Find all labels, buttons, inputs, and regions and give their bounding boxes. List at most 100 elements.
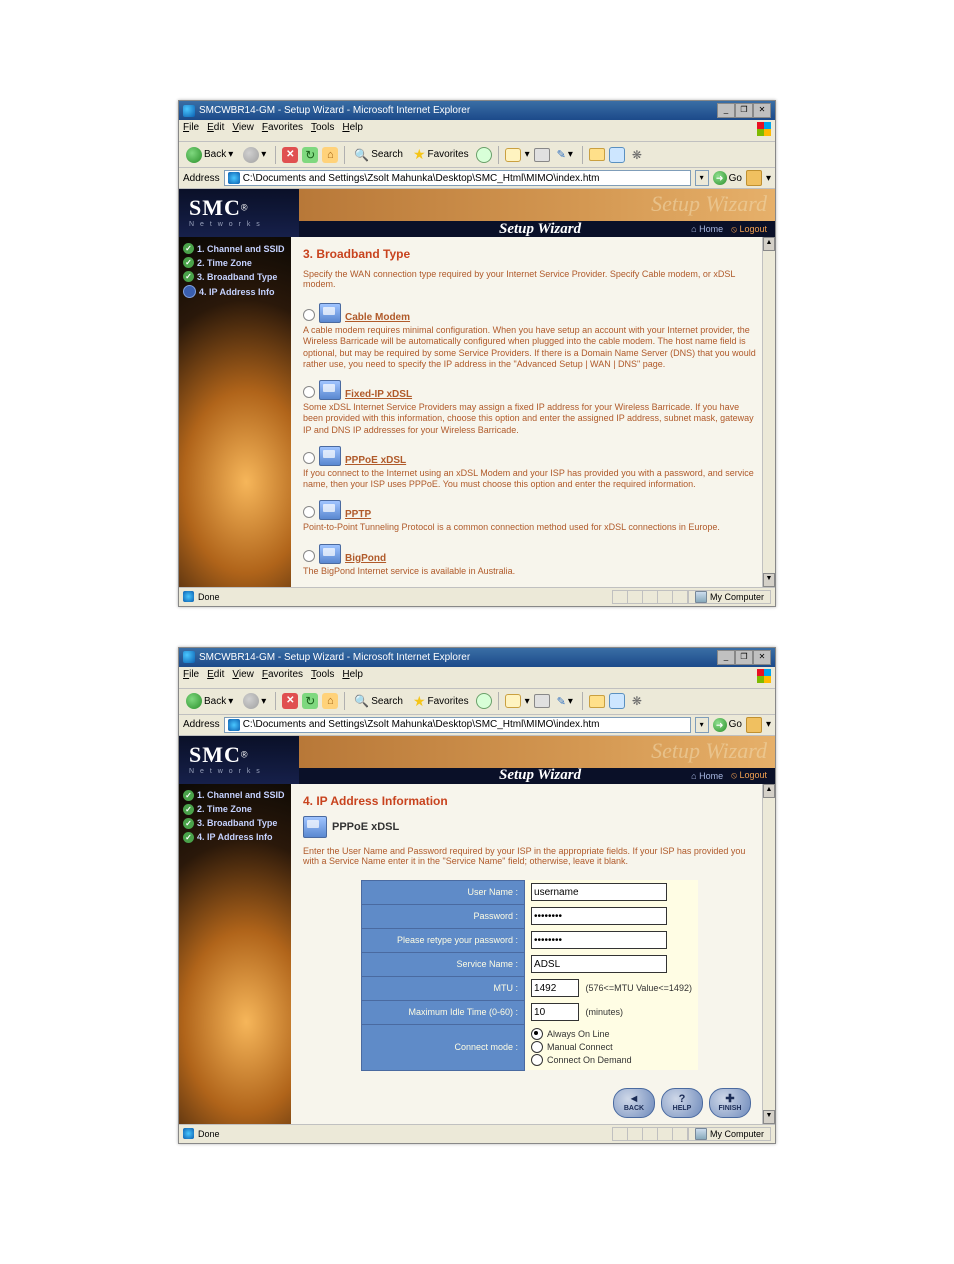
password-confirm-input[interactable] <box>531 931 667 949</box>
address-input[interactable]: C:\Documents and Settings\Zsolt Mahunka\… <box>224 717 691 733</box>
maximize-button[interactable]: ❐ <box>735 650 753 665</box>
option-bigpond: BigPond The BigPond Internet service is … <box>303 544 757 577</box>
radio-pptp[interactable] <box>303 506 315 518</box>
opt-pppoe-link[interactable]: PPPoE xDSL <box>345 455 406 466</box>
back-wizard-button[interactable]: ◄BACK <box>613 1088 655 1118</box>
radio-connect-on-demand[interactable] <box>531 1054 543 1066</box>
help-wizard-button[interactable]: ?HELP <box>661 1088 703 1118</box>
minimize-button[interactable]: _ <box>717 103 735 118</box>
menu-view[interactable]: View <box>232 122 254 139</box>
folder-button[interactable] <box>589 148 605 161</box>
edit-button[interactable]: ✎▾ <box>554 147 576 162</box>
opt-bigpond-link[interactable]: BigPond <box>345 553 386 564</box>
mail-button[interactable] <box>505 694 521 708</box>
menu-help[interactable]: Help <box>342 122 363 139</box>
scroll-down[interactable]: ▼ <box>763 573 775 587</box>
step-ip-address-info[interactable]: 4. IP Address Info <box>183 285 287 298</box>
edit-button[interactable]: ✎▾ <box>554 694 576 709</box>
scroll-down[interactable]: ▼ <box>763 1110 775 1124</box>
home-button[interactable]: ⌂ <box>322 693 338 709</box>
maximize-button[interactable]: ❐ <box>735 103 753 118</box>
modem-icon <box>319 380 341 400</box>
links-button[interactable] <box>746 170 762 186</box>
step-time-zone[interactable]: 2. Time Zone <box>183 257 287 268</box>
menu-favorites[interactable]: Favorites <box>262 669 303 686</box>
go-button[interactable]: ➜Go <box>713 718 742 732</box>
menu-tools[interactable]: Tools <box>311 669 334 686</box>
logout-link[interactable]: ⦸ Logout <box>731 224 767 235</box>
search-button[interactable]: 🔍Search <box>351 147 406 163</box>
scroll-up[interactable]: ▲ <box>763 784 775 798</box>
check-icon <box>183 257 194 268</box>
close-button[interactable]: ✕ <box>753 103 771 118</box>
forward-button[interactable]: ▾ <box>240 146 269 164</box>
discuss-button[interactable] <box>609 147 625 163</box>
radio-bigpond[interactable] <box>303 550 315 562</box>
step-broadband-type[interactable]: 3. Broadband Type <box>183 271 287 282</box>
home-link[interactable]: ⌂ Home <box>691 224 723 234</box>
address-dropdown[interactable]: ▾ <box>695 717 709 733</box>
menu-edit[interactable]: Edit <box>207 669 224 686</box>
idle-time-input[interactable] <box>531 1003 579 1021</box>
folder-button[interactable] <box>589 695 605 708</box>
back-button[interactable]: Back ▾ <box>183 692 236 710</box>
stop-button[interactable]: ✕ <box>282 147 298 163</box>
address-dropdown[interactable]: ▾ <box>695 170 709 186</box>
address-input[interactable]: C:\Documents and Settings\Zsolt Mahunka\… <box>224 170 691 186</box>
menu-view[interactable]: View <box>232 669 254 686</box>
history-button[interactable] <box>476 147 492 163</box>
logout-link[interactable]: ⦸ Logout <box>731 770 767 781</box>
menu-file[interactable]: File <box>183 669 199 686</box>
radio-cable[interactable] <box>303 309 315 321</box>
home-button[interactable]: ⌂ <box>322 147 338 163</box>
history-button[interactable] <box>476 693 492 709</box>
vertical-scrollbar[interactable]: ▲ ▼ <box>762 784 775 1124</box>
scroll-up[interactable]: ▲ <box>763 237 775 251</box>
refresh-button[interactable]: ↻ <box>302 693 318 709</box>
radio-manual-connect[interactable] <box>531 1041 543 1053</box>
finish-wizard-button[interactable]: ✚FINISH <box>709 1088 751 1118</box>
vertical-scrollbar[interactable]: ▲ ▼ <box>762 237 775 587</box>
mtu-input[interactable] <box>531 979 579 997</box>
menu-file[interactable]: File <box>183 122 199 139</box>
search-button[interactable]: 🔍Search <box>351 693 406 709</box>
step-channel-ssid[interactable]: 1. Channel and SSID <box>183 790 287 801</box>
favorites-button[interactable]: ★Favorites <box>410 692 472 711</box>
username-input[interactable] <box>531 883 667 901</box>
step-broadband-type[interactable]: 3. Broadband Type <box>183 818 287 829</box>
radio-always-online[interactable] <box>531 1028 543 1040</box>
step-ip-address-info[interactable]: 4. IP Address Info <box>183 832 287 843</box>
step-time-zone[interactable]: 2. Time Zone <box>183 804 287 815</box>
home-link[interactable]: ⌂ Home <box>691 771 723 781</box>
stop-button[interactable]: ✕ <box>282 693 298 709</box>
menu-favorites[interactable]: Favorites <box>262 122 303 139</box>
step-channel-ssid[interactable]: 1. Channel and SSID <box>183 243 287 254</box>
close-button[interactable]: ✕ <box>753 650 771 665</box>
settings-button[interactable]: ❋ <box>629 147 645 163</box>
favorites-button[interactable]: ★Favorites <box>410 145 472 164</box>
discuss-button[interactable] <box>609 693 625 709</box>
minimize-button[interactable]: _ <box>717 650 735 665</box>
password-input[interactable] <box>531 907 667 925</box>
check-icon <box>183 818 194 829</box>
print-button[interactable] <box>534 148 550 162</box>
links-button[interactable] <box>746 717 762 733</box>
opt-fixed-link[interactable]: Fixed-IP xDSL <box>345 389 412 400</box>
opt-pptp-link[interactable]: PPTP <box>345 509 371 520</box>
menu-help[interactable]: Help <box>342 669 363 686</box>
banner-label: Setup Wizard <box>299 767 581 784</box>
menu-tools[interactable]: Tools <box>311 122 334 139</box>
radio-fixed[interactable] <box>303 386 315 398</box>
go-button[interactable]: ➜Go <box>713 171 742 185</box>
refresh-button[interactable]: ↻ <box>302 147 318 163</box>
radio-pppoe[interactable] <box>303 452 315 464</box>
service-name-input[interactable] <box>531 955 667 973</box>
forward-button[interactable]: ▾ <box>240 692 269 710</box>
settings-button[interactable]: ❋ <box>629 693 645 709</box>
print-button[interactable] <box>534 694 550 708</box>
back-button[interactable]: Back ▾ <box>183 146 236 164</box>
menu-edit[interactable]: Edit <box>207 122 224 139</box>
opt-cable-link[interactable]: Cable Modem <box>345 312 410 323</box>
page-icon <box>228 719 240 731</box>
mail-button[interactable] <box>505 148 521 162</box>
